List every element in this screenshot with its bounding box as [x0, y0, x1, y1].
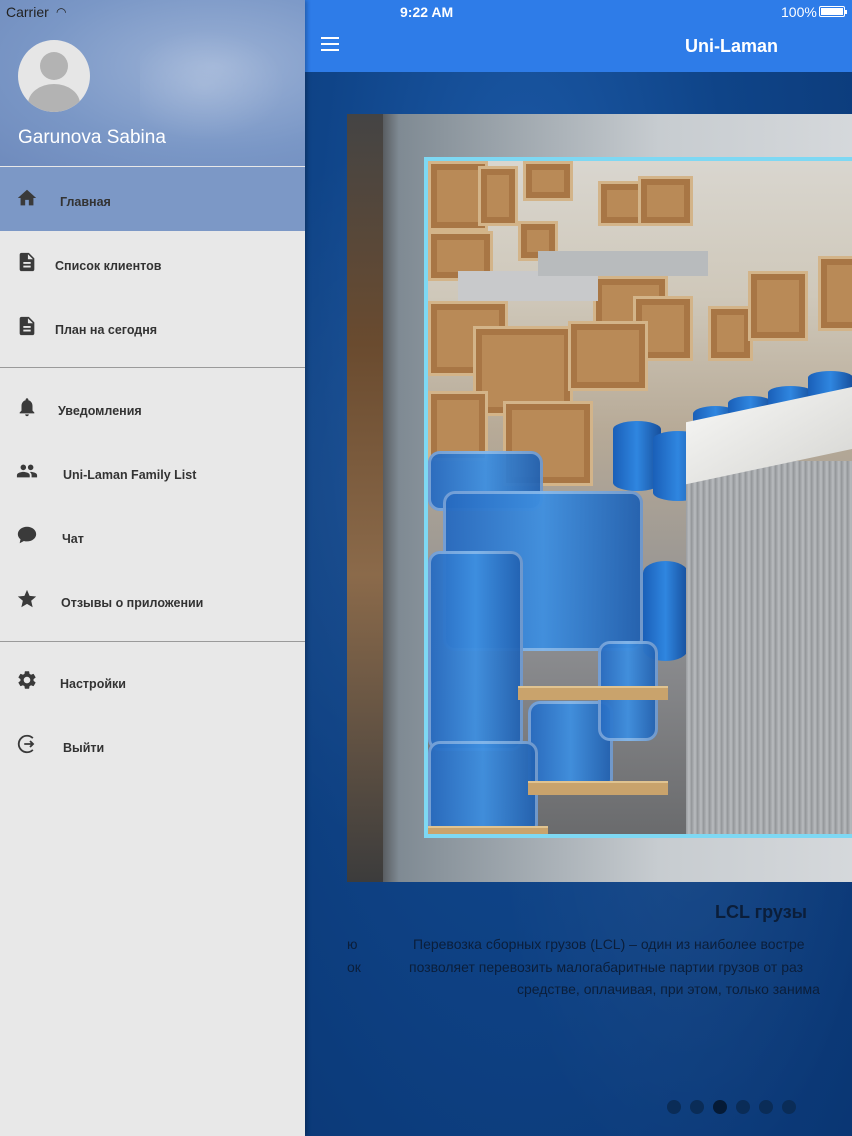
page-dot-3-active[interactable] [713, 1100, 727, 1114]
navigation-drawer: Garunova Sabina Главная Список клиентов … [0, 0, 305, 1136]
carrier-label: Carrier [6, 4, 49, 20]
previous-slide-edge [347, 114, 383, 882]
page-dot-2[interactable] [690, 1100, 704, 1114]
star-icon [16, 588, 38, 610]
menu-item-label: Uni-Laman Family List [63, 468, 197, 482]
menu-item-settings[interactable]: Настройки [0, 649, 305, 713]
page-dot-4[interactable] [736, 1100, 750, 1114]
status-bar: Carrier ◠ 9:22 AM 100% [0, 0, 852, 24]
people-icon [16, 460, 38, 482]
main-content: LCL грузы ю ок Перевозка сборных грузов … [305, 72, 852, 1136]
divider [0, 641, 305, 642]
status-time: 9:22 AM [400, 4, 454, 20]
divider [0, 367, 305, 368]
page-dot-5[interactable] [759, 1100, 773, 1114]
shipping-container [686, 461, 852, 834]
menu-item-label: Отзывы о приложении [61, 596, 204, 610]
page-dot-6[interactable] [782, 1100, 796, 1114]
menu-item-app-reviews[interactable]: Отзывы о приложении [0, 568, 305, 632]
slide-text-line-1: Перевозка сборных грузов (LCL) – один из… [413, 936, 805, 952]
document-icon [16, 251, 38, 273]
menu-item-logout[interactable]: Выйти [0, 713, 305, 777]
logout-icon [16, 733, 38, 755]
gear-icon [16, 669, 38, 691]
menu-item-label: Уведомления [58, 404, 142, 418]
user-name: Garunova Sabina [18, 127, 166, 148]
bell-icon [16, 396, 38, 418]
menu-item-family-list[interactable]: Uni-Laman Family List [0, 440, 305, 504]
page-indicator [667, 1100, 796, 1114]
menu-item-label: Главная [60, 195, 111, 209]
menu-item-notifications[interactable]: Уведомления [0, 376, 305, 440]
prev-slide-text-2: ок [347, 959, 361, 975]
wifi-icon: ◠ [56, 5, 67, 19]
document-icon [16, 315, 38, 337]
warehouse-photo [424, 157, 852, 838]
drawer-header: Garunova Sabina [0, 0, 305, 166]
app-title: Uni-Laman [685, 36, 779, 56]
slide-image-frame[interactable] [347, 114, 852, 882]
chat-icon [16, 524, 38, 546]
slide-text-line-3: средстве, оплачивая, при этом, только за… [517, 981, 820, 997]
menu-item-home[interactable]: Главная [0, 167, 305, 231]
hamburger-menu-icon[interactable] [321, 37, 341, 53]
avatar[interactable] [18, 40, 90, 112]
slide-title: LCL грузы [715, 902, 808, 922]
menu-item-clients[interactable]: Список клиентов [0, 231, 305, 295]
slide-text-line-2: позволяет перевозить малогабаритные парт… [409, 959, 804, 975]
home-icon [16, 187, 38, 209]
menu-item-chat[interactable]: Чат [0, 504, 305, 568]
menu-item-label: Список клиентов [55, 259, 162, 273]
battery-icon [819, 6, 847, 17]
battery-percent: 100% [781, 4, 817, 20]
menu-item-plan-today[interactable]: План на сегодня [0, 295, 305, 359]
page-dot-1[interactable] [667, 1100, 681, 1114]
menu-item-label: Настройки [60, 677, 126, 691]
menu-item-label: Чат [62, 532, 84, 546]
menu-item-label: Выйти [63, 741, 105, 755]
menu-item-label: План на сегодня [55, 323, 158, 337]
prev-slide-text-1: ю [347, 936, 358, 952]
